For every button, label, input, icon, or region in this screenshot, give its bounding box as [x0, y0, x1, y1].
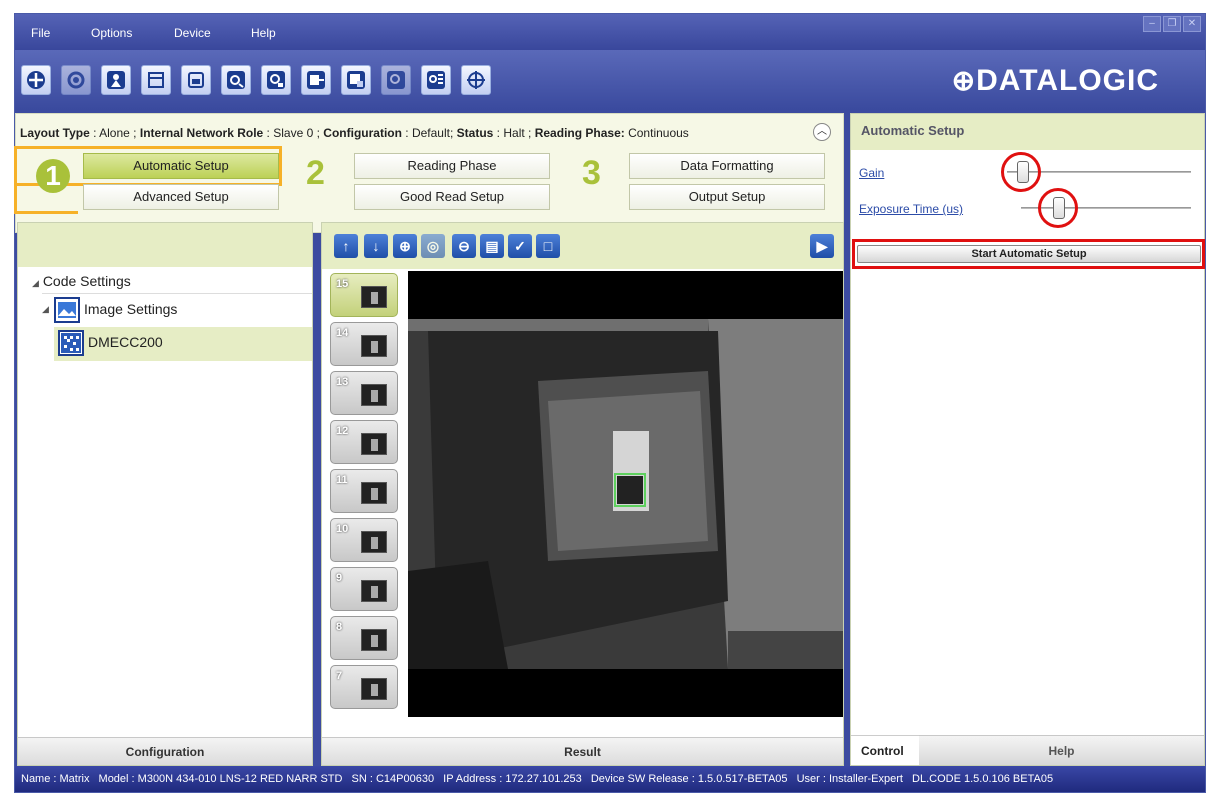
tree-node-image-settings[interactable]: ◢ Image Settings: [42, 293, 312, 327]
image-panel: ↑ ↓ ⊕ ◎ ⊖ ▤ ✓ □ ▶ 15 14 13 12 11 10 9 8 …: [321, 222, 844, 766]
load-capture-icon[interactable]: [381, 65, 411, 95]
exposure-highlight-ring: [1038, 188, 1078, 228]
menu-help[interactable]: Help: [251, 26, 276, 40]
gain-highlight-ring: [1001, 152, 1041, 192]
checkmark-icon[interactable]: ✓: [508, 234, 532, 258]
restore-icon[interactable]: ❐: [1163, 16, 1181, 32]
thumbnail-item[interactable]: 15: [330, 273, 398, 317]
zoom-100-icon[interactable]: ◎: [421, 234, 445, 258]
datalogic-logo: ⊕DATALOGIC: [951, 64, 1159, 97]
tree-node-code-settings[interactable]: ◢ Code Settings: [18, 271, 312, 293]
step-number-2: 2: [306, 154, 325, 192]
collapse-icon[interactable]: ︿: [813, 123, 831, 141]
exposure-time-label[interactable]: Exposure Time (us): [859, 202, 963, 216]
zoom-out-icon[interactable]: ⊖: [452, 234, 476, 258]
result-tab[interactable]: Result: [322, 737, 843, 765]
capture-icon[interactable]: [221, 65, 251, 95]
rectangle-icon[interactable]: □: [536, 234, 560, 258]
gain-label[interactable]: Gain: [859, 166, 884, 180]
send-to-device-icon[interactable]: [301, 65, 331, 95]
window-controls: – ❐ ✕: [1143, 16, 1201, 32]
setup-steps-panel: Layout Type : Alone ; Internal Network R…: [14, 113, 844, 233]
status-user: User : Installer-Expert: [796, 773, 903, 785]
status-dlcode-version: DL.CODE 1.5.0.106 BETA05: [912, 773, 1054, 785]
thumbnail-image: [361, 286, 387, 308]
reading-phase-button[interactable]: Reading Phase: [354, 153, 550, 179]
crosshair-icon[interactable]: [461, 65, 491, 95]
thumbnail-image: [361, 335, 387, 357]
thumbnail-item[interactable]: 12: [330, 420, 398, 464]
layout-icon[interactable]: [141, 65, 171, 95]
status-serial: SN : C14P00630: [351, 773, 435, 785]
thumbnail-item[interactable]: 7: [330, 665, 398, 709]
tree-node-dmecc200[interactable]: DMECC200: [54, 327, 312, 361]
thumbnail-image: [361, 629, 387, 651]
thumbnail-image: [361, 482, 387, 504]
automatic-setup-title: Automatic Setup: [851, 114, 1204, 150]
thumbnail-item[interactable]: 13: [330, 371, 398, 415]
configuration-panel: ◢ Code Settings ◢ Image Settings DMECC20…: [17, 222, 313, 766]
menu-options[interactable]: Options: [91, 26, 132, 40]
arrow-up-icon[interactable]: ↑: [334, 234, 358, 258]
thumbnail-image: [361, 580, 387, 602]
good-read-setup-button[interactable]: Good Read Setup: [354, 184, 550, 210]
thumbnail-image: [361, 678, 387, 700]
configuration-tab[interactable]: Configuration: [18, 737, 312, 765]
automatic-setup-button[interactable]: Automatic Setup: [83, 153, 279, 179]
thumbnail-image: [361, 433, 387, 455]
step-number-1: 1: [36, 159, 70, 193]
status-device-name: Name : Matrix: [21, 773, 90, 785]
datamatrix-code-icon: [58, 330, 84, 356]
captured-image-view[interactable]: [408, 271, 843, 717]
status-bar: Name : Matrix Model : M300N 434-010 LNS-…: [15, 766, 1205, 792]
thumbnail-item[interactable]: 8: [330, 616, 398, 660]
image-toolbar: ↑ ↓ ⊕ ◎ ⊖ ▤ ✓ □ ▶: [322, 223, 843, 269]
save-image-icon[interactable]: ▤: [480, 234, 504, 258]
arrow-down-icon[interactable]: ↓: [364, 234, 388, 258]
captured-image: [408, 271, 843, 717]
close-icon[interactable]: ✕: [1183, 16, 1201, 32]
status-sw-release: Device SW Release : 1.5.0.517-BETA05: [590, 773, 788, 785]
thumbnail-image: [361, 384, 387, 406]
minimize-icon[interactable]: –: [1143, 16, 1161, 32]
status-ip: IP Address : 172.27.101.253: [443, 773, 582, 785]
control-tab[interactable]: Control: [851, 735, 919, 765]
camera-settings-icon[interactable]: [61, 65, 91, 95]
expand-arrow-icon[interactable]: ◢: [42, 304, 49, 315]
save-capture-icon[interactable]: [261, 65, 291, 95]
main-toolbar: ⊕DATALOGIC: [15, 50, 1205, 110]
help-tab[interactable]: Help: [919, 735, 1204, 765]
window-icon[interactable]: [181, 65, 211, 95]
image-thumbnails: 15 14 13 12 11 10 9 8 7: [324, 271, 402, 717]
device-status-line: Layout Type : Alone ; Internal Network R…: [20, 126, 689, 140]
expand-arrow-icon[interactable]: ◢: [32, 278, 39, 288]
app-window: File Options Device Help – ❐ ✕ ⊕DATALOGI…: [14, 13, 1206, 793]
zoom-in-icon[interactable]: ⊕: [393, 234, 417, 258]
thumbnail-item[interactable]: 10: [330, 518, 398, 562]
data-formatting-button[interactable]: Data Formatting: [629, 153, 825, 179]
menu-file[interactable]: File: [31, 26, 50, 40]
step-number-3: 3: [582, 154, 601, 192]
image-stats-icon[interactable]: [421, 65, 451, 95]
thumbnail-item[interactable]: 9: [330, 567, 398, 611]
connect-icon[interactable]: [21, 65, 51, 95]
configuration-panel-header: [18, 223, 312, 267]
play-icon[interactable]: ▶: [810, 234, 834, 258]
menu-bar: File Options Device Help – ❐ ✕: [15, 14, 1205, 50]
advanced-setup-button[interactable]: Advanced Setup: [83, 184, 279, 210]
image-settings-icon: [54, 297, 80, 323]
output-setup-button[interactable]: Output Setup: [629, 184, 825, 210]
thumbnail-item[interactable]: 14: [330, 322, 398, 366]
menu-device[interactable]: Device: [174, 26, 211, 40]
start-automatic-setup-button[interactable]: Start Automatic Setup: [857, 245, 1201, 263]
code-settings-tree: ◢ Code Settings ◢ Image Settings DMECC20…: [18, 271, 312, 361]
thumbnail-image: [361, 531, 387, 553]
automatic-setup-panel: Automatic Setup Gain Exposure Time (us) …: [850, 113, 1205, 766]
user-icon[interactable]: [101, 65, 131, 95]
thumbnail-item[interactable]: 11: [330, 469, 398, 513]
status-model: Model : M300N 434-010 LNS-12 RED NARR ST…: [98, 773, 343, 785]
save-to-device-icon[interactable]: [341, 65, 371, 95]
